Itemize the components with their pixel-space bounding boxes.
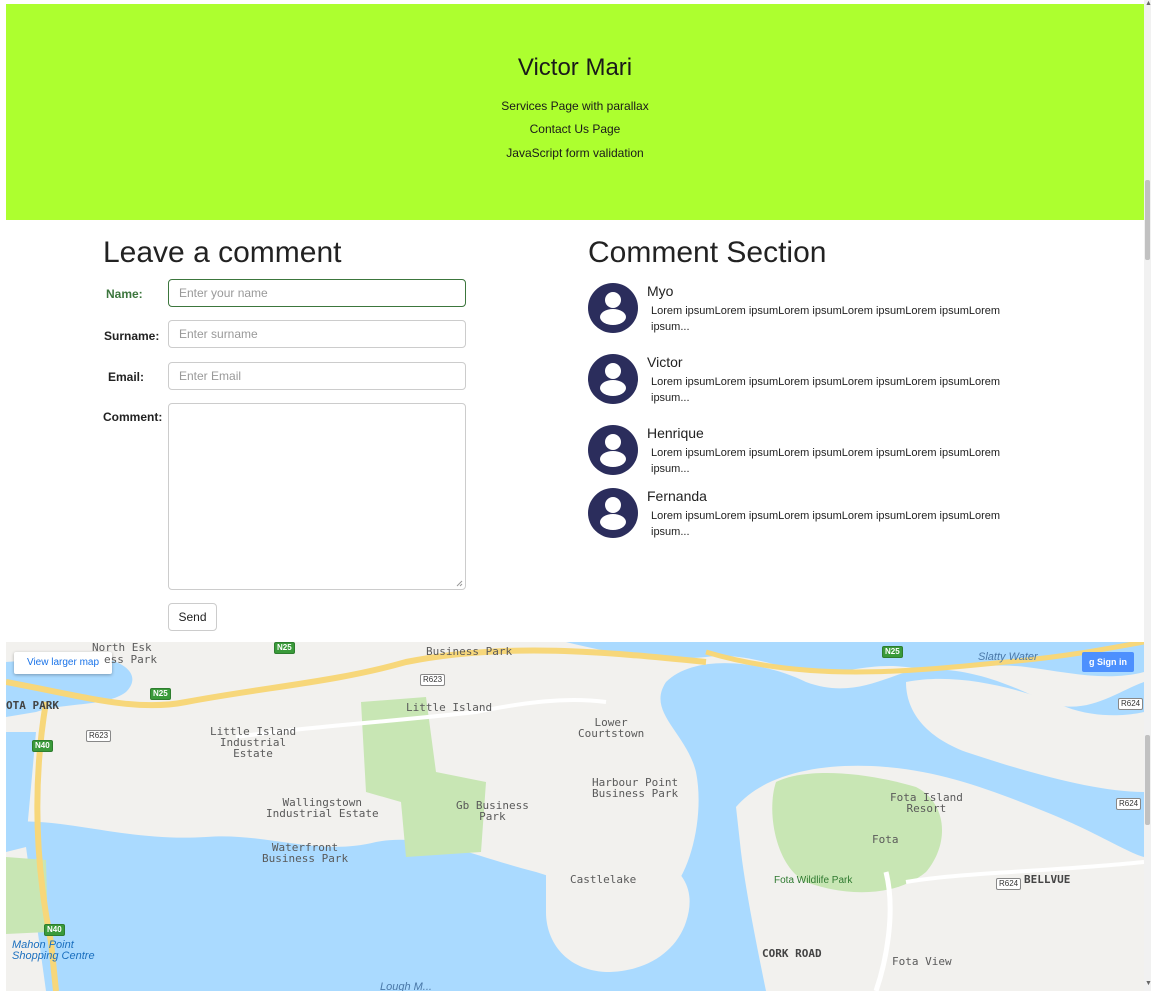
resize-grip-icon[interactable] [455, 579, 463, 587]
map-label-business-park-partial: ess Park [104, 653, 157, 666]
comment-author: Myo [647, 283, 674, 299]
road-badge-n40: N40 [32, 740, 53, 752]
comment-text: Lorem ipsumLorem ipsumLorem ipsumLorem i… [651, 447, 1001, 475]
road-badge-r624: R624 [1116, 798, 1142, 810]
road-badge-n25: N25 [150, 688, 171, 700]
user-avatar-icon [588, 283, 638, 333]
map-sign-in-button[interactable]: g Sign in [1082, 652, 1134, 672]
map-label-castlelake: Castlelake [570, 873, 637, 886]
map-label-lough: Lough M... [380, 981, 432, 991]
road-badge-n25: N25 [274, 642, 295, 654]
nav-link-form-validation[interactable]: JavaScript form validation [6, 146, 1144, 160]
comment-textarea[interactable] [168, 403, 466, 590]
road-badge-n40: N40 [44, 924, 65, 936]
comment-text: Lorem ipsumLorem ipsumLorem ipsumLorem i… [651, 376, 1001, 404]
map-label-north-esk: North Esk [92, 642, 152, 654]
map-label-wallingstown: Wallingstown Industrial Estate [266, 796, 379, 820]
road-badge-r624: R624 [1118, 698, 1144, 710]
map-label-mahon-point: Mahon Point Shopping Centre [12, 939, 95, 962]
road-badge-r623: R623 [86, 730, 112, 742]
view-larger-map-link[interactable]: View larger map [14, 652, 112, 674]
surname-input[interactable] [168, 320, 466, 348]
email-input[interactable] [168, 362, 466, 390]
comment-text: Lorem ipsumLorem ipsumLorem ipsumLorem i… [651, 305, 1001, 333]
map-label-harbour-point: Harbour Point Business Park [592, 776, 679, 800]
map-label-fota: Fota [872, 833, 899, 846]
name-label: Name: [106, 287, 143, 301]
map-label-little-island-industrial: Little Island Industrial Estate [210, 725, 297, 760]
sign-in-label: Sign in [1097, 657, 1127, 667]
embedded-map[interactable]: View larger map g Sign in North Esk ess … [6, 642, 1144, 991]
map-canvas[interactable] [6, 642, 1144, 991]
road-badge-n25: N25 [882, 646, 903, 658]
email-label: Email: [108, 370, 145, 384]
nav-link-contact[interactable]: Contact Us Page [6, 122, 1144, 136]
scroll-up-icon[interactable]: ▲ [1145, 0, 1151, 7]
site-header: Victor Mari Services Page with parallax … [6, 4, 1144, 220]
map-label-business-park-top: Business Park [426, 645, 513, 658]
map-label-fota-wildlife: Fota Wildlife Park [774, 875, 853, 886]
page: Victor Mari Services Page with parallax … [0, 0, 1151, 991]
comment-item: Myo Lorem ipsumLorem ipsumLorem ipsumLor… [588, 283, 1038, 343]
user-avatar-icon [588, 488, 638, 538]
comment-item: Victor Lorem ipsumLorem ipsumLorem ipsum… [588, 354, 1038, 414]
map-label-slatty-water: Slatty Water [978, 651, 1038, 663]
map-scroll-thumb[interactable] [1145, 735, 1150, 825]
name-input[interactable] [168, 279, 466, 307]
comment-author: Fernanda [647, 488, 707, 504]
map-label-waterfront: Waterfront Business Park [262, 841, 349, 865]
user-avatar-icon [588, 425, 638, 475]
map-label-cork-road: CORK ROAD [762, 947, 822, 960]
comment-item: Fernanda Lorem ipsumLorem ipsumLorem ips… [588, 488, 1038, 548]
google-plus-icon: g [1089, 657, 1097, 667]
map-label-gb-business: Gb Business Park [456, 799, 529, 823]
map-label-fota-view: Fota View [892, 955, 952, 968]
surname-label: Surname: [104, 329, 160, 343]
comment-author: Victor [647, 354, 683, 370]
map-label-little-island: Little Island [406, 701, 493, 714]
user-avatar-icon [588, 354, 638, 404]
map-label-ota-park: OTA PARK [6, 699, 59, 712]
comment-text: Lorem ipsumLorem ipsumLorem ipsumLorem i… [651, 510, 1001, 538]
page-scrollbar[interactable] [1144, 0, 1151, 991]
nav-link-services[interactable]: Services Page with parallax [6, 99, 1144, 113]
comment-label: Comment: [103, 410, 163, 424]
comment-item: Henrique Lorem ipsumLorem ipsumLorem ips… [588, 425, 1038, 485]
comment-author: Henrique [647, 425, 704, 441]
road-badge-r623: R623 [420, 674, 446, 686]
road-badge-r624: R624 [996, 878, 1022, 890]
map-label-lower-courtstown: Lower Courtstown [578, 716, 645, 740]
page-scroll-thumb[interactable] [1145, 180, 1150, 260]
send-button[interactable]: Send [168, 603, 217, 631]
scroll-down-icon[interactable]: ▼ [1145, 980, 1151, 987]
form-title: Leave a comment [103, 236, 342, 269]
comments-title: Comment Section [588, 236, 827, 269]
map-label-bellvue: BELLVUE [1024, 873, 1071, 886]
site-title: Victor Mari [517, 54, 633, 81]
map-label-fota-island-resort: Fota Island Resort [890, 791, 963, 815]
